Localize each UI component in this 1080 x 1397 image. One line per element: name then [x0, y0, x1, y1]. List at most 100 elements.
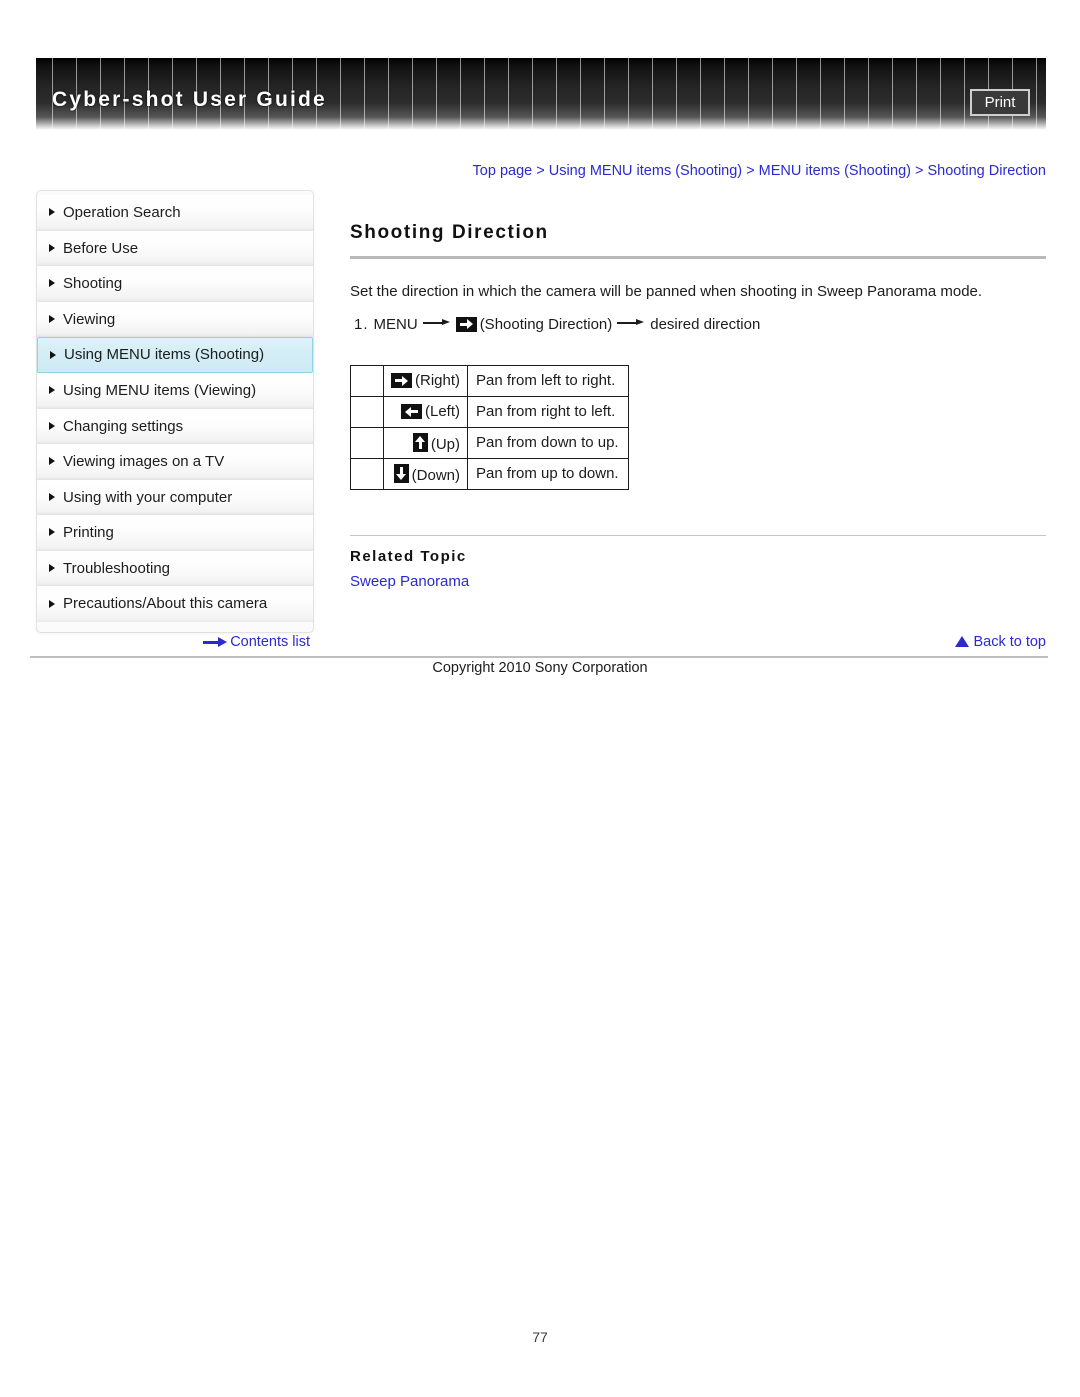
- step-desired-direction-label: desired direction: [650, 315, 761, 333]
- step-instruction: 1. MENU (Shooting Direction) desired direct…: [350, 313, 1046, 337]
- sidebar-item-using-menu-items-shooting[interactable]: Using MENU items (Shooting): [37, 337, 313, 373]
- step-number: 1.: [354, 315, 369, 333]
- arrow-up-chip-icon: [412, 432, 428, 452]
- shooting-direction-table: (Right) Pan from left to right. (Left) P…: [350, 364, 629, 490]
- table-cell-icon-down: (Down): [382, 457, 469, 490]
- table-icon-label: (Right): [415, 372, 461, 389]
- triangle-right-icon: [49, 599, 55, 608]
- triangle-right-icon: [49, 208, 55, 217]
- back-to-top-row: Back to top: [350, 634, 1046, 650]
- breadcrumb-separator: >: [536, 163, 545, 179]
- sidebar-item-label: Before Use: [63, 239, 139, 257]
- triangle-right-icon: [49, 314, 55, 323]
- triangle-right-icon: [49, 457, 55, 466]
- sidebar-item-label: Operation Search: [63, 204, 181, 221]
- triangle-right-icon: [49, 528, 55, 537]
- triangle-up-icon: [955, 636, 970, 647]
- sidebar-item-label: Using with your computer: [63, 488, 233, 506]
- table-icon-label: (Up): [430, 435, 461, 453]
- site-title: Cyber-shot User Guide: [52, 88, 327, 111]
- table-row: (Up) Pan from down to up.: [350, 426, 629, 459]
- triangle-right-icon: [49, 243, 55, 252]
- breadcrumb-item-using-menu-items-shooting[interactable]: Using MENU items (Shooting): [549, 163, 742, 179]
- main-content: Shooting Direction Set the direction in …: [350, 222, 1046, 591]
- related-topic-link-sweep-panorama[interactable]: Sweep Panorama: [350, 573, 469, 590]
- breadcrumb-item-top-page[interactable]: Top page: [473, 163, 533, 179]
- contents-list-row: Contents list: [36, 634, 314, 650]
- related-topic-heading: Related Topic: [350, 548, 467, 565]
- sidebar-item-shooting[interactable]: Shooting: [37, 266, 313, 302]
- footer-divider: [30, 656, 1048, 658]
- sidebar-item-viewing-images-on-a-tv[interactable]: Viewing images on a TV: [37, 444, 313, 480]
- sidebar-item-changing-settings[interactable]: Changing settings: [37, 408, 313, 444]
- contents-list-link[interactable]: Contents list: [203, 634, 310, 650]
- back-to-top-label: Back to top: [973, 634, 1046, 650]
- title-divider: [350, 256, 1046, 259]
- related-topic-divider: [350, 534, 1046, 536]
- sidebar-item-printing[interactable]: Printing: [37, 515, 313, 551]
- page-number: 77: [532, 1329, 548, 1345]
- back-to-top-link[interactable]: Back to top: [955, 634, 1046, 650]
- table-cell-description: Pan from up to down.: [467, 457, 629, 490]
- table-cell-blank: [350, 364, 384, 397]
- table-icon-label: (Left): [425, 403, 461, 420]
- table-cell-description: Pan from left to right.: [467, 364, 629, 397]
- sidebar-item-label: Printing: [63, 524, 114, 541]
- arrow-right-chip-icon: [455, 316, 477, 332]
- sidebar-item-before-use[interactable]: Before Use: [37, 230, 313, 266]
- copyright-text: Copyright 2010 Sony Corporation: [432, 660, 648, 676]
- breadcrumb-separator: >: [746, 163, 755, 179]
- document-page: Cyber-shot User Guide Print Top page > U…: [0, 0, 1080, 1397]
- sidebar-item-operation-search[interactable]: Operation Search: [37, 195, 313, 231]
- table-row: (Right) Pan from left to right.: [350, 364, 629, 397]
- triangle-right-icon: [49, 563, 55, 572]
- step-menu-label: MENU: [373, 315, 418, 333]
- arrow-right-icon: [203, 637, 228, 647]
- sidebar-item-label: Viewing: [63, 310, 116, 328]
- arrow-down-chip-icon: [393, 463, 409, 483]
- sidebar-item-label: Using MENU items (Shooting): [64, 346, 265, 363]
- sidebar-navigation: Operation Search Before Use Shooting Vie…: [36, 190, 314, 633]
- table-icon-label: (Down): [411, 466, 461, 484]
- print-button[interactable]: Print: [970, 89, 1030, 116]
- triangle-right-icon: [49, 421, 55, 430]
- table-cell-icon-up: (Up): [382, 426, 469, 459]
- sidebar-item-using-with-your-computer[interactable]: Using with your computer: [37, 479, 313, 515]
- table-row: (Left) Pan from right to left.: [350, 395, 629, 428]
- table-cell-blank: [350, 395, 384, 428]
- table-cell-icon-left: (Left): [382, 395, 469, 428]
- table-cell-icon-right: (Right): [382, 364, 469, 397]
- breadcrumb-item-menu-items-shooting[interactable]: MENU items (Shooting): [759, 163, 911, 179]
- arrow-left-chip-icon: [401, 404, 422, 419]
- table-cell-blank: [350, 426, 384, 459]
- step-icon-label: (Shooting Direction): [479, 315, 613, 333]
- sidebar-item-label: Using MENU items (Viewing): [63, 382, 257, 399]
- breadcrumb-item-shooting-direction[interactable]: Shooting Direction: [928, 163, 1047, 179]
- triangle-right-icon: [50, 351, 56, 359]
- table-cell-blank: [350, 457, 384, 490]
- sidebar-item-label: Shooting: [63, 275, 123, 292]
- arrow-right-icon: [422, 318, 451, 328]
- page-title: Shooting Direction: [350, 222, 549, 243]
- sidebar-item-precautions-about-this-camera[interactable]: Precautions/About this camera: [37, 586, 313, 622]
- arrow-right-chip-icon: [391, 373, 412, 388]
- table-cell-description: Pan from down to up.: [467, 426, 629, 459]
- sidebar-item-viewing[interactable]: Viewing: [37, 301, 313, 337]
- table-row: (Down) Pan from up to down.: [350, 457, 629, 490]
- sidebar-item-using-menu-items-viewing[interactable]: Using MENU items (Viewing): [37, 373, 313, 409]
- breadcrumb-separator: >: [915, 163, 924, 179]
- intro-paragraph: Set the direction in which the camera wi…: [350, 283, 983, 300]
- table-cell-description: Pan from right to left.: [467, 395, 629, 428]
- site-header-banner: Cyber-shot User Guide Print: [36, 58, 1046, 130]
- sidebar-item-label: Troubleshooting: [63, 559, 171, 577]
- sidebar-item-label: Precautions/About this camera: [63, 595, 268, 612]
- triangle-right-icon: [49, 492, 55, 501]
- contents-list-label: Contents list: [230, 634, 310, 650]
- breadcrumb: Top page > Using MENU items (Shooting) >…: [36, 163, 1046, 179]
- sidebar-item-label: Viewing images on a TV: [63, 453, 225, 470]
- arrow-right-icon: [617, 318, 645, 328]
- triangle-right-icon: [49, 279, 55, 288]
- sidebar-item-label: Changing settings: [63, 417, 184, 435]
- sidebar-item-troubleshooting[interactable]: Troubleshooting: [37, 550, 313, 586]
- triangle-right-icon: [49, 386, 55, 395]
